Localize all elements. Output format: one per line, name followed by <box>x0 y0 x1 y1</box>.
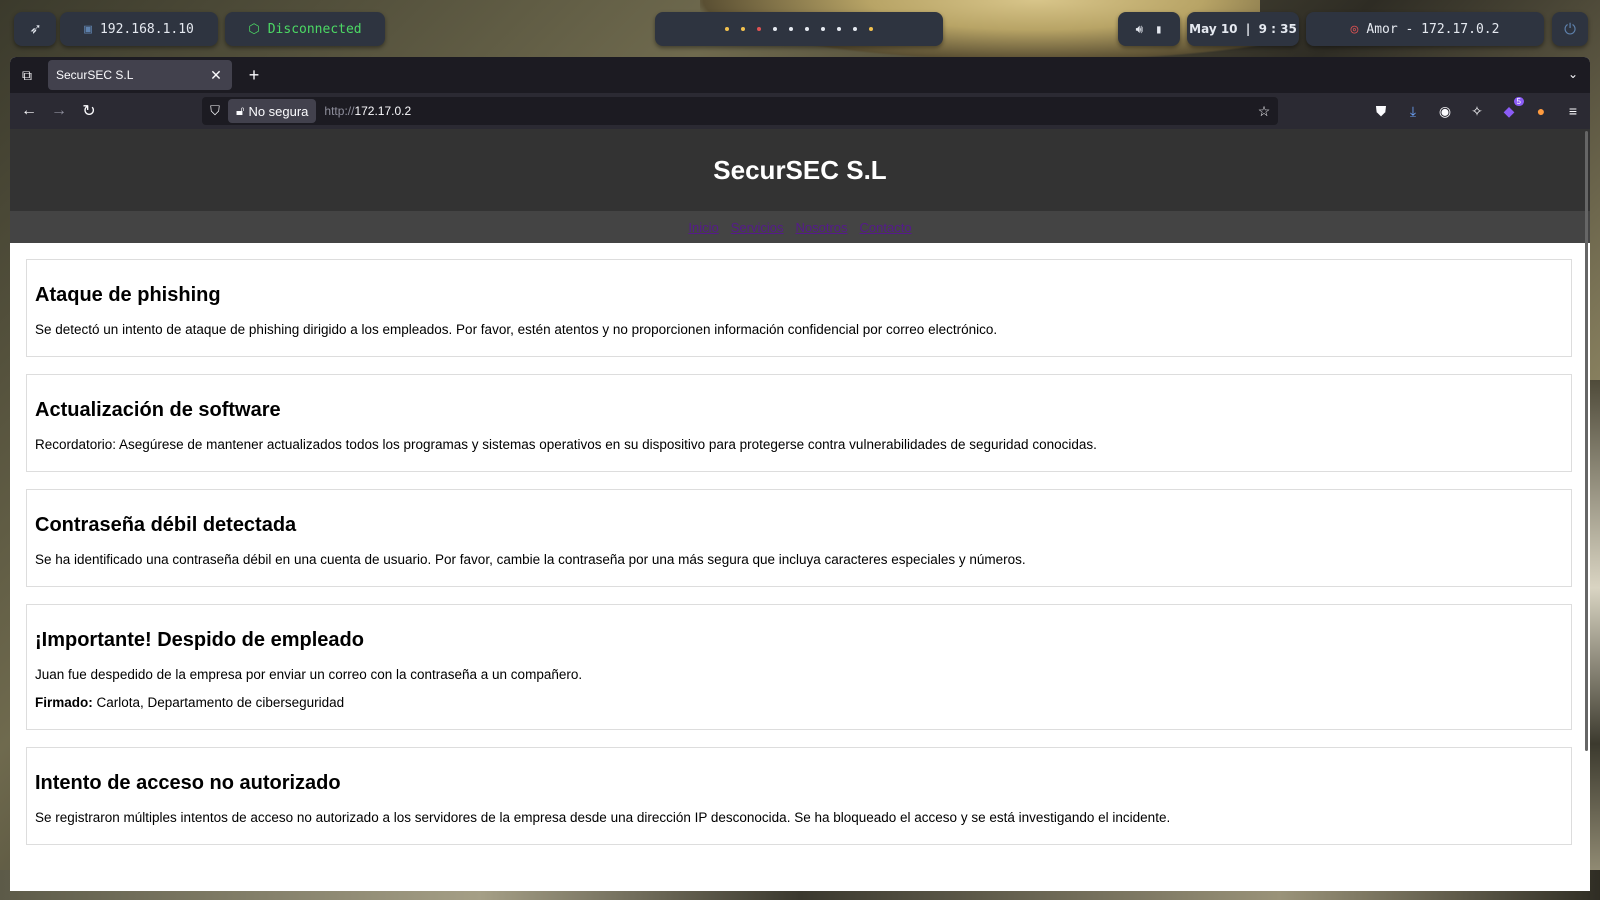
tab-strip: ⧉ SecurSEC S.L ✕ + ⌄ <box>10 57 1590 93</box>
news-title: Actualización de software <box>35 399 281 421</box>
tab-title: SecurSEC S.L <box>56 68 134 82</box>
browser-window: ⧉ SecurSEC S.L ✕ + ⌄ ← → ↻ ⛉ 🔓︎ No segur… <box>10 57 1590 891</box>
workspace-dot[interactable] <box>869 27 873 31</box>
tab-list-icon[interactable]: ⧉ <box>10 57 44 93</box>
power-icon[interactable]: ⏻ <box>1552 12 1588 46</box>
vpn-status-widget[interactable]: ⬡ Disconnected <box>225 12 385 46</box>
news-list: Ataque de phishing Se detectó un intento… <box>10 243 1590 845</box>
target-widget[interactable]: ◎ Amor - 172.17.0.2 <box>1306 12 1544 46</box>
url-text[interactable]: http://172.17.0.2 <box>324 104 1250 118</box>
account-icon[interactable]: ◉ <box>1436 103 1454 120</box>
news-card: Actualización de software Recordatorio: … <box>26 374 1572 472</box>
local-ip-widget[interactable]: ▣ 192.168.1.10 <box>60 12 218 46</box>
site-title: SecurSEC S.L <box>713 154 887 185</box>
menu-icon[interactable]: ≡ <box>1564 103 1582 119</box>
nav-link-nosotros[interactable]: Nosotros <box>796 220 848 235</box>
workspace-dot[interactable] <box>805 27 809 31</box>
system-topbar: ➶ ▣ 192.168.1.10 ⬡ Disconnected 🔊︎ ▮ May… <box>0 0 1600 58</box>
news-text: Se detectó un intento de ataque de phish… <box>35 322 998 337</box>
news-text: Se registraron múltiples intentos de acc… <box>35 810 1171 825</box>
site-nav: Inicio Servicios Nosotros Contacto <box>10 211 1590 243</box>
close-icon[interactable]: ✕ <box>208 67 224 84</box>
bookmark-star-icon[interactable]: ☆ <box>1250 103 1278 120</box>
workspace-dot[interactable] <box>725 27 729 31</box>
news-title: Ataque de phishing <box>35 284 221 306</box>
clock-widget[interactable]: May 10 | 9 : 35 <box>1187 12 1299 46</box>
news-card: ¡Importante! Despido de empleado Juan fu… <box>26 604 1572 730</box>
tab-active[interactable]: SecurSEC S.L ✕ <box>48 60 232 90</box>
extension-cube-icon[interactable]: ◆ 5 <box>1500 96 1524 120</box>
news-text: Se ha identificado una contraseña débil … <box>35 552 1026 567</box>
clock-text: May 10 | 9 : 35 <box>1189 22 1297 36</box>
news-text: Recordatorio: Asegúrese de mantener actu… <box>35 437 1097 452</box>
pocket-icon[interactable]: ⛊ <box>1372 103 1390 120</box>
news-signature: Firmado: Carlota, Departamento de cibers… <box>35 695 1563 711</box>
nav-link-servicios[interactable]: Servicios <box>731 220 784 235</box>
vpn-cube-icon: ⬡ <box>248 21 260 37</box>
chevron-down-icon[interactable]: ⌄ <box>1568 67 1578 81</box>
news-text: Juan fue despedido de la empresa por env… <box>35 667 583 682</box>
reload-icon[interactable]: ↻ <box>74 101 104 121</box>
workspace-dot[interactable] <box>853 27 857 31</box>
new-tab-icon[interactable]: + <box>244 65 264 86</box>
news-card: Ataque de phishing Se detectó un intento… <box>26 259 1572 357</box>
extensions-icon[interactable]: ✧ <box>1468 103 1486 120</box>
navigation-toolbar: ← → ↻ ⛉ 🔓︎ No segura http://172.17.0.2 ☆… <box>10 93 1590 129</box>
download-icon[interactable]: ⤓ <box>1404 103 1422 120</box>
news-card: Contraseña débil detectada Se ha identif… <box>26 489 1572 587</box>
nav-link-contacto[interactable]: Contacto <box>860 220 912 235</box>
sound-battery-widget[interactable]: 🔊︎ ▮ <box>1118 12 1180 46</box>
battery-icon: ▮ <box>1155 22 1163 36</box>
back-icon[interactable]: ← <box>14 102 44 120</box>
connection-status-button[interactable]: 🔓︎ No segura <box>228 99 317 123</box>
insecure-lock-icon: 🔓︎ <box>236 103 245 118</box>
extension-badge: 5 <box>1513 96 1524 106</box>
workspace-dot[interactable] <box>821 27 825 31</box>
local-ip-text: 192.168.1.10 <box>99 21 194 37</box>
target-text: Amor - 172.17.0.2 <box>1366 21 1500 37</box>
toolbar-right: ⛊ ⤓ ◉ ✧ ◆ 5 ● ≡ <box>1372 93 1582 129</box>
url-scheme: http:// <box>324 104 355 118</box>
shield-icon[interactable]: ⛉ <box>202 103 228 119</box>
news-title: Contraseña débil detectada <box>35 514 297 536</box>
os-logo-icon[interactable]: ➶ <box>14 12 56 46</box>
workspace-dot[interactable] <box>757 27 761 31</box>
news-card: Intento de acceso no autorizado Se regis… <box>26 747 1572 845</box>
vpn-status-text: Disconnected <box>267 21 362 37</box>
workspace-dot[interactable] <box>741 27 745 31</box>
nav-link-inicio[interactable]: Inicio <box>688 220 718 235</box>
url-bar[interactable]: ⛉ 🔓︎ No segura http://172.17.0.2 ☆ <box>202 97 1278 125</box>
workspace-switcher[interactable] <box>655 12 943 46</box>
site-header: SecurSEC S.L <box>10 129 1590 211</box>
page-viewport: SecurSEC S.L Inicio Servicios Nosotros C… <box>10 129 1590 891</box>
monitor-icon: ▣ <box>84 21 92 37</box>
signature-text: Carlota, Departamento de ciberseguridad <box>92 695 345 710</box>
forward-icon[interactable]: → <box>44 102 74 120</box>
page-scrollbar[interactable] <box>1585 131 1588 751</box>
cookie-extension-icon[interactable]: ● <box>1532 103 1550 119</box>
signature-label: Firmado: <box>35 695 93 710</box>
news-title: ¡Importante! Despido de empleado <box>35 629 364 651</box>
news-title: Intento de acceso no autorizado <box>35 772 341 794</box>
workspace-dot[interactable] <box>789 27 793 31</box>
url-host: 172.17.0.2 <box>354 104 412 118</box>
workspace-dot[interactable] <box>837 27 841 31</box>
connection-status-label: No segura <box>248 103 309 119</box>
volume-icon[interactable]: 🔊︎ <box>1136 22 1144 37</box>
target-icon: ◎ <box>1350 21 1359 37</box>
workspace-dot[interactable] <box>773 27 777 31</box>
